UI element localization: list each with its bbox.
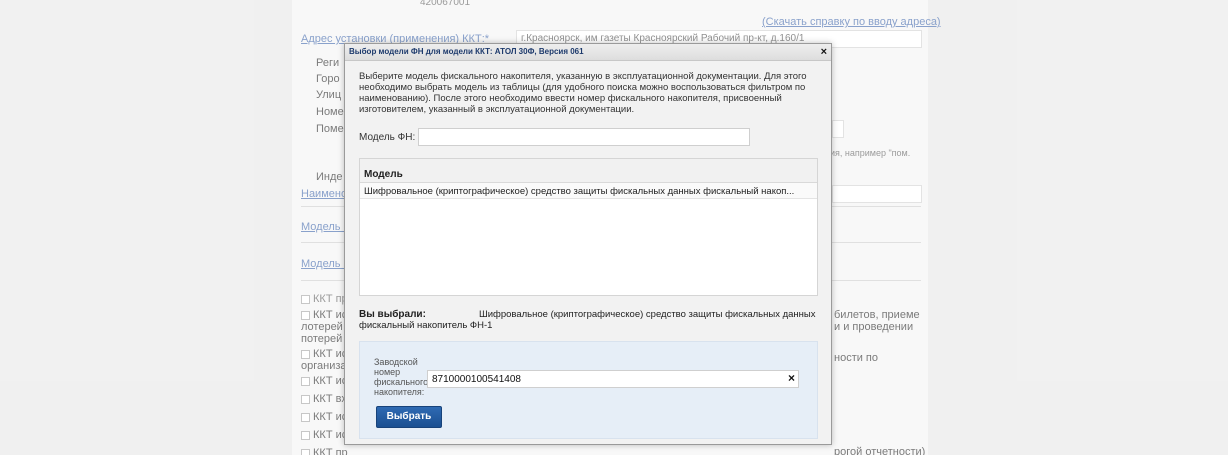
dialog-title: Выбор модели ФН для модели ККТ: АТОЛ 30Ф… xyxy=(349,47,584,56)
filter-label: Модель ФН: xyxy=(359,132,416,143)
serial-number-label: Заводской номер фискального накопителя: xyxy=(374,357,429,397)
instructions-text: Выберите модель фискального накопителя, … xyxy=(359,71,807,115)
clear-icon[interactable]: × xyxy=(788,372,795,384)
select-button[interactable]: Выбрать xyxy=(376,406,442,428)
close-icon[interactable]: × xyxy=(821,46,827,58)
chosen-model-value: Шифровальное (криптографическое) средств… xyxy=(359,309,816,331)
serial-number-input[interactable] xyxy=(427,370,799,388)
table-row[interactable]: Шифровальное (криптографическое) средств… xyxy=(360,183,817,199)
serial-number-panel: Заводской номер фискального накопителя: … xyxy=(359,341,818,439)
fn-model-dialog: Выбор модели ФН для модели ККТ: АТОЛ 30Ф… xyxy=(344,43,832,445)
chosen-label: Вы выбрали: xyxy=(359,309,426,320)
dialog-header: Выбор модели ФН для модели ККТ: АТОЛ 30Ф… xyxy=(345,44,831,61)
fn-model-filter-input[interactable] xyxy=(418,128,750,146)
table-header-model[interactable]: Модель xyxy=(360,159,817,183)
model-table: Модель Шифровальное (криптографическое) … xyxy=(359,158,818,296)
